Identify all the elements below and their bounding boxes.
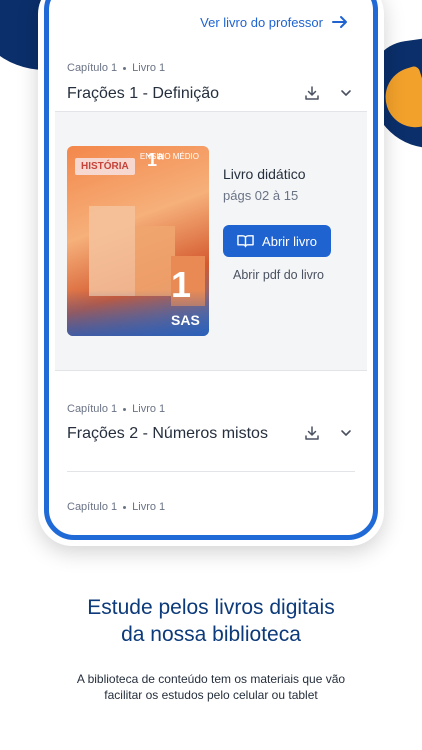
- chapter-label: Capítulo 1: [67, 403, 118, 415]
- download-icon[interactable]: [305, 86, 319, 100]
- open-book-button[interactable]: Abrir livro: [223, 225, 331, 257]
- book-open-icon: [237, 235, 254, 248]
- teacher-book-label: Ver livro do professor: [200, 14, 323, 30]
- book-type-label: Livro didático: [223, 166, 306, 182]
- chapter-actions: [305, 426, 353, 440]
- book-label: Livro 1: [132, 501, 166, 513]
- divider: [67, 471, 355, 472]
- arrow-right-icon: [332, 16, 347, 28]
- separator-dot: [123, 407, 127, 411]
- cover-volume: 1: [170, 264, 191, 305]
- cover-brand: SAS: [171, 312, 200, 328]
- chapter-meta: Capítulo 1 Livro 1: [67, 501, 165, 513]
- chapter-label: Capítulo 1: [67, 501, 118, 513]
- app-store-screenshot: Ver livro do professor Capítulo 1 Livro …: [0, 0, 422, 750]
- open-pdf-link[interactable]: Abrir pdf do livro: [233, 268, 324, 282]
- chapter-meta: Capítulo 1 Livro 1: [67, 62, 165, 74]
- chapter-label: Capítulo 1: [67, 62, 118, 74]
- cover-art-block: [89, 206, 135, 296]
- download-icon[interactable]: [305, 426, 319, 440]
- chevron-down-icon[interactable]: [339, 426, 353, 440]
- book-pages: págs 02 à 15: [223, 188, 299, 203]
- promo-headline-line: da nossa biblioteca: [121, 623, 301, 646]
- promo-headline: Estude pelos livros digitais da nossa bi…: [0, 594, 422, 648]
- open-book-label: Abrir livro: [262, 233, 317, 249]
- promo-headline-line: Estude pelos livros digitais: [87, 596, 335, 619]
- phone-bezel: Ver livro do professor Capítulo 1 Livro …: [44, 0, 378, 540]
- book-label: Livro 1: [132, 62, 166, 74]
- phone-screen: Ver livro do professor Capítulo 1 Livro …: [55, 0, 367, 529]
- teacher-book-link[interactable]: Ver livro do professor: [200, 13, 349, 31]
- chapter-title[interactable]: Frações 1 - Definição: [67, 85, 219, 103]
- book-panel: HISTÓRIA 1ª ENSINO MÉDIO 1 SAS Livro did…: [55, 111, 367, 371]
- promo-subtitle-line: A biblioteca de conteúdo tem os materiai…: [76, 672, 346, 686]
- promo-subtitle: A biblioteca de conteúdo tem os materiai…: [40, 671, 382, 703]
- promo-subtitle-line: facilitar os estudos pelo celular ou tab…: [104, 688, 318, 702]
- book-label: Livro 1: [132, 403, 166, 415]
- separator-dot: [123, 66, 127, 70]
- phone-frame: Ver livro do professor Capítulo 1 Livro …: [38, 0, 384, 546]
- separator-dot: [123, 505, 127, 509]
- book-cover[interactable]: HISTÓRIA 1ª ENSINO MÉDIO 1 SAS: [67, 146, 209, 336]
- chapter-meta: Capítulo 1 Livro 1: [67, 403, 165, 415]
- cover-art-block: [135, 226, 175, 296]
- cover-level: ENSINO MÉDIO: [139, 152, 199, 161]
- cover-subject: HISTÓRIA: [75, 158, 135, 175]
- chapter-actions: [305, 86, 353, 100]
- chapter-title[interactable]: Frações 2 - Números mistos: [67, 425, 268, 443]
- chevron-down-icon[interactable]: [339, 86, 353, 100]
